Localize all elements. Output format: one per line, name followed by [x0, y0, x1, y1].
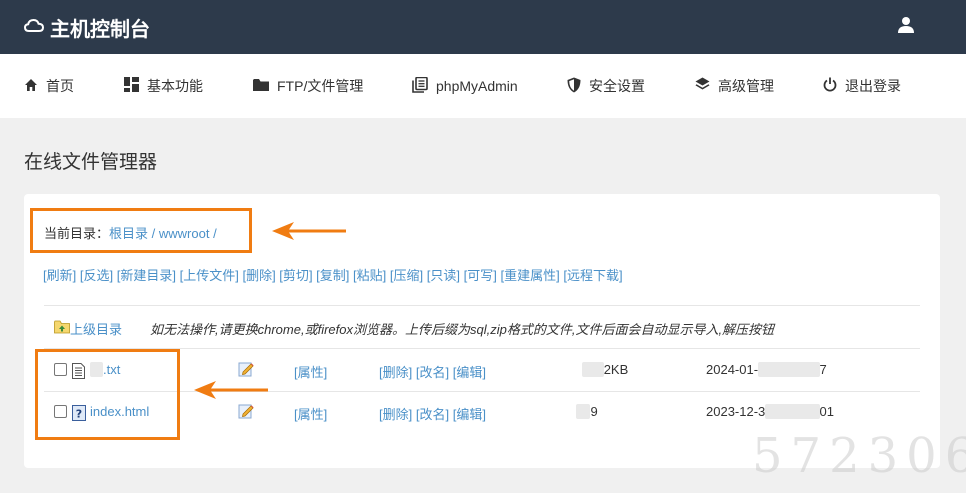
arrow-left-icon [272, 222, 346, 240]
nav-basic-label: 基本功能 [147, 78, 203, 94]
app-title: 主机控制台 [50, 19, 150, 41]
toolbar-rebuild-attr[interactable]: 重建属性 [504, 268, 556, 283]
file-size: 009 [576, 404, 598, 419]
nav-security-label: 安全设置 [589, 78, 645, 94]
file-delete-link[interactable]: [删除] [379, 365, 412, 380]
file-actions: [删除] [改名] [编辑] [379, 404, 486, 423]
toolbar-refresh[interactable]: 刷新 [47, 268, 73, 283]
toolbar-remote-download[interactable]: 远程下载 [567, 268, 619, 283]
toolbar-paste[interactable]: 粘贴 [357, 268, 383, 283]
page-title: 在线文件管理器 [24, 152, 158, 173]
pencil-edit-icon[interactable] [238, 403, 254, 422]
nav-basic[interactable]: 基本功能 [124, 76, 203, 96]
home-icon [24, 78, 38, 95]
nav-advanced-label: 高级管理 [718, 78, 774, 94]
nav-phpmyadmin-label: phpMyAdmin [436, 78, 518, 94]
nav-phpmyadmin[interactable]: phpMyAdmin [412, 76, 518, 96]
grid-icon [124, 77, 139, 95]
cloud-icon [23, 16, 45, 39]
file-date-tail: 01 [819, 404, 834, 419]
user-icon[interactable] [896, 15, 916, 35]
table-row: ? index.html [属性] [删除] [改名] [编辑] 009 202… [54, 403, 934, 423]
main-nav: 首页 基本功能 FTP/文件管理 phpMyAdmin 安全设置 高级管理 退出… [0, 54, 966, 118]
database-icon [412, 76, 428, 96]
shield-icon [567, 77, 581, 96]
toolbar-delete[interactable]: 删除 [246, 268, 272, 283]
file-actions: [删除] [改名] [编辑] [379, 362, 486, 381]
file-date-text: 2023-12-3 [706, 404, 766, 419]
top-bar: 主机控制台 [0, 0, 966, 54]
file-size: 0002KB [582, 362, 628, 377]
toolbar-copy[interactable]: 复制 [320, 268, 346, 283]
browser-notice: 如无法操作,请更换chrome,或firefox浏览器。上传后缀为sql,zip… [150, 322, 775, 337]
file-toolbar: [刷新] [反选] [新建目录] [上传文件] [删除] [剪切] [复制] [… [43, 268, 623, 283]
layers-icon [695, 77, 710, 95]
table-row: cc.txt [属性] [删除] [改名] [编辑] 0002KB 2024-0… [54, 361, 934, 381]
nav-home[interactable]: 首页 [24, 76, 74, 96]
arrow-left-icon [194, 381, 268, 399]
nav-logout-label: 退出登录 [845, 78, 901, 94]
file-rename-link[interactable]: [改名] [416, 407, 449, 422]
toolbar-writable[interactable]: 可写 [467, 268, 493, 283]
file-size-text: 2KB [603, 362, 629, 377]
file-date-text: 2024-01- [706, 362, 759, 377]
path-highlight-box [30, 208, 252, 253]
folder-up-icon [54, 320, 70, 337]
watermark: 572306 [752, 428, 966, 484]
nav-advanced[interactable]: 高级管理 [695, 76, 774, 96]
file-edit-link[interactable]: [编辑] [453, 365, 486, 380]
file-date: 2024-01-00 00:00:07 [706, 362, 827, 377]
nav-home-label: 首页 [46, 78, 74, 94]
toolbar-cut[interactable]: 剪切 [283, 268, 309, 283]
parent-dir-link[interactable]: 上级目录 [70, 319, 122, 338]
power-icon [823, 77, 837, 95]
nav-security[interactable]: 安全设置 [567, 76, 645, 96]
file-date: 2023-12-30 00:00:001 [706, 404, 834, 419]
file-rename-link[interactable]: [改名] [416, 365, 449, 380]
toolbar-upload[interactable]: 上传文件 [183, 268, 235, 283]
file-attr-link[interactable]: [属性] [294, 404, 327, 423]
brand: 主机控制台 [23, 13, 150, 42]
nav-logout[interactable]: 退出登录 [823, 76, 901, 96]
toolbar-compress[interactable]: 压缩 [394, 268, 420, 283]
toolbar-invert-select[interactable]: 反选 [83, 268, 109, 283]
file-attr-link[interactable]: [属性] [294, 362, 327, 381]
folder-icon [253, 78, 269, 95]
file-size-text: 9 [590, 404, 598, 419]
toolbar-readonly[interactable]: 只读 [430, 268, 456, 283]
files-highlight-box [35, 349, 180, 440]
file-edit-link[interactable]: [编辑] [453, 407, 486, 422]
toolbar-new-folder[interactable]: 新建目录 [120, 268, 172, 283]
divider [44, 305, 920, 306]
file-delete-link[interactable]: [删除] [379, 407, 412, 422]
nav-ftp-label: FTP/文件管理 [277, 78, 364, 94]
nav-ftp[interactable]: FTP/文件管理 [253, 76, 363, 96]
parent-dir-row: 上级目录 如无法操作,请更换chrome,或firefox浏览器。上传后缀为sq… [54, 319, 774, 338]
file-date-tail: 7 [819, 362, 827, 377]
